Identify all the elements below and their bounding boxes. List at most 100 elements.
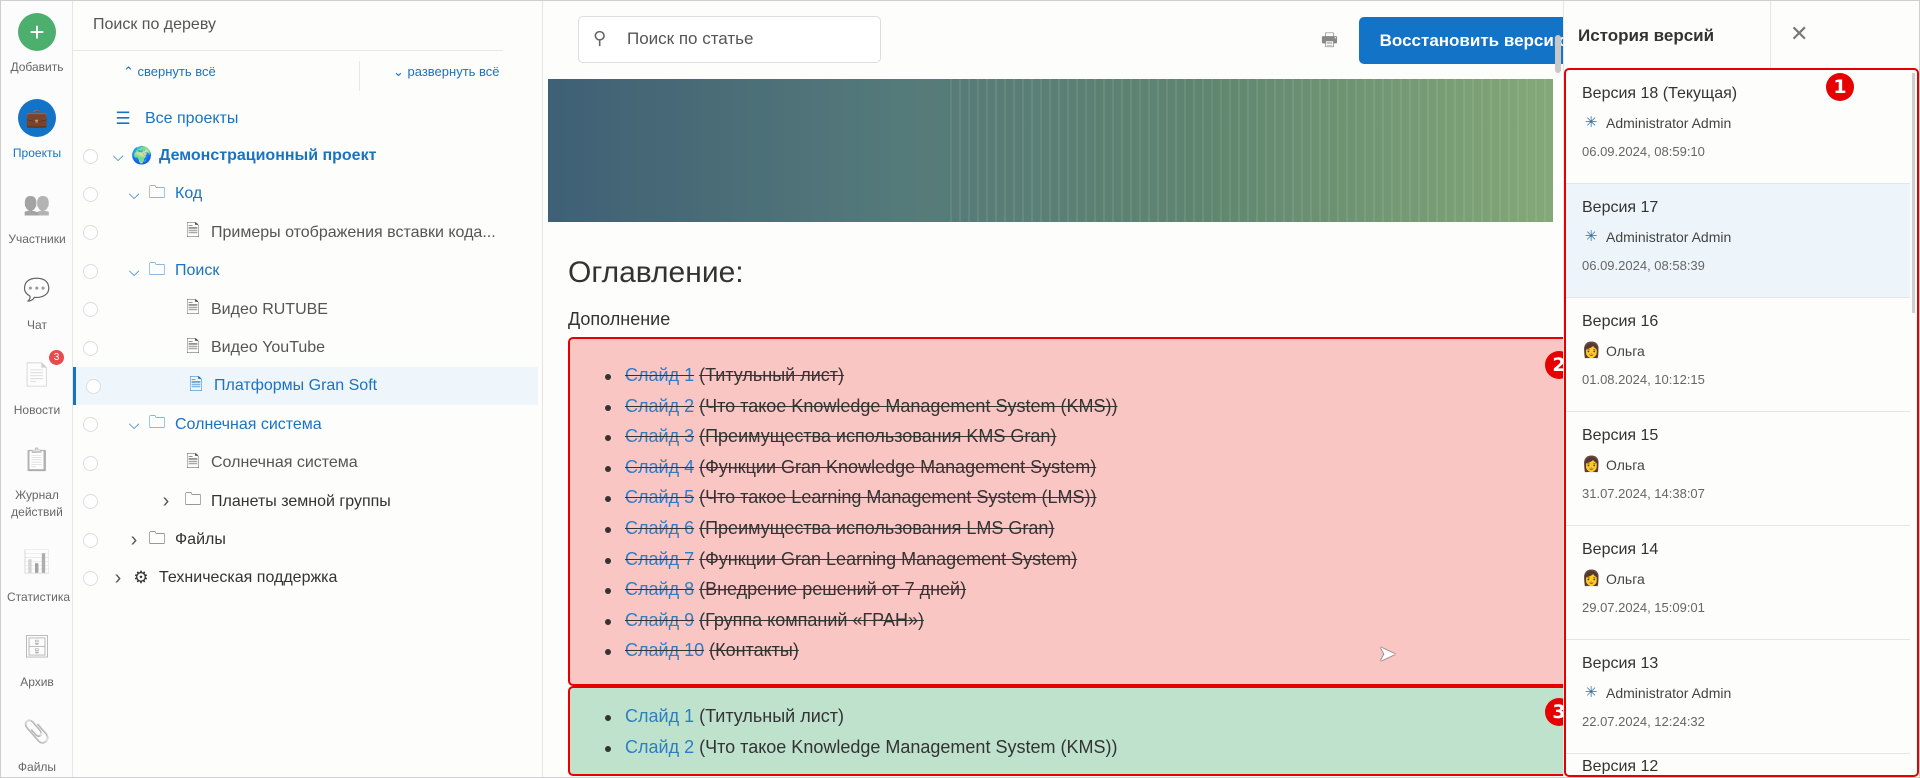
version-date: 29.07.2024, 15:09:01 — [1582, 600, 1705, 615]
nav-label: Участники — [8, 232, 66, 246]
divider — [1770, 1, 1771, 68]
journal-icon: 📋 — [23, 447, 51, 472]
tree-item-checkbox[interactable] — [83, 302, 98, 318]
slide-link[interactable]: Слайд 4 — [625, 457, 694, 477]
nav-chat[interactable]: 💬 Чат — [1, 271, 73, 334]
tree-item-checkbox[interactable] — [83, 148, 98, 164]
tree-item[interactable]: 🗎 Платформы Gran Soft — [73, 367, 538, 406]
tree-item-checkbox[interactable] — [83, 417, 98, 433]
nav-archive[interactable]: 🗄 Архив — [1, 628, 73, 691]
toc-list-item: Слайд 4 (Функции Gran Knowledge Manageme… — [605, 457, 1581, 488]
chevron-down-icon[interactable]: ⌵ — [127, 186, 141, 203]
tree-item[interactable]: ⌵ 🌍 Демонстрационный проект — [73, 137, 538, 175]
nav-stats[interactable]: 📊 Статистика — [1, 543, 73, 606]
slide-description: (Что такое Knowledge Management System (… — [699, 736, 1118, 757]
version-item[interactable]: Версия 12 — [1566, 754, 1910, 775]
version-item[interactable]: Версия 16 👩 Ольга 01.08.2024, 10:12:15 — [1566, 298, 1910, 412]
tree-item-checkbox[interactable] — [86, 378, 101, 394]
nav-label: Архив — [20, 675, 54, 689]
close-icon[interactable]: ✕ — [1790, 21, 1808, 47]
version-date: 22.07.2024, 12:24:32 — [1582, 714, 1705, 729]
chevron-down-icon[interactable]: ⌵ — [127, 263, 141, 280]
print-icon[interactable]: 🖶 — [1321, 28, 1338, 58]
version-list: Версия 18 (Текущая) ✳ Administrator Admin 0… — [1564, 68, 1919, 777]
version-date: 31.07.2024, 14:38:07 — [1582, 486, 1705, 501]
nav-plus[interactable]: + Добавить — [1, 13, 73, 76]
all-projects-label: Все проекты — [145, 110, 239, 127]
slide-description: (Титульный лист) — [699, 365, 845, 385]
nav-paperclip[interactable]: 📎 Файлы — [1, 713, 73, 776]
chevron-right-icon[interactable]: › — [127, 529, 141, 552]
mouse-cursor-icon: ➤ — [1378, 641, 1397, 666]
removed-content-block: Слайд 1 (Титульный лист) Слайд 2 (Что так… — [568, 337, 1583, 686]
slide-link[interactable]: Слайд 9 — [625, 610, 694, 630]
article-search-input[interactable]: ⚲ Поиск по статье — [578, 16, 881, 63]
tree-item[interactable]: › 🗀 Планеты земной группы — [73, 483, 538, 521]
version-item[interactable]: Версия 13 ✳ Administrator Admin 22.07.2024,… — [1566, 640, 1910, 754]
slide-description: (Что такое Knowledge Management System (… — [699, 395, 1118, 416]
tree-item[interactable]: ⌵ 🗀 Солнечная система — [73, 406, 538, 444]
tree-item[interactable]: 🗎 Солнечная система — [73, 444, 538, 482]
tree-item-checkbox[interactable] — [83, 570, 98, 586]
tree-item[interactable]: ⌵ 🗀 Код — [73, 175, 538, 213]
slide-link[interactable]: Слайд 8 — [625, 579, 694, 599]
version-history-panel: История версий ✕ Версия 18 (Текущая) ✳ Adm… — [1563, 1, 1919, 777]
search-placeholder: Поиск по статье — [627, 29, 754, 48]
slide-link[interactable]: Слайд 5 — [625, 487, 694, 507]
tree-item-checkbox[interactable] — [83, 186, 98, 202]
toc-list-item: Слайд 7 (Функции Gran Learning Managemen… — [605, 549, 1581, 580]
tree-search-input[interactable]: Поиск по дереву — [73, 1, 503, 51]
admin-avatar-icon: ✳ — [1584, 228, 1598, 245]
version-item[interactable]: Версия 14 👩 Ольга 29.07.2024, 15:09:01 — [1566, 526, 1910, 640]
chevron-down-icon[interactable]: ⌵ — [111, 148, 125, 165]
tree-item-checkbox[interactable] — [83, 340, 98, 356]
tree-item-label: Техническая поддержка — [159, 569, 338, 587]
slide-link[interactable]: Слайд 1 — [625, 365, 694, 385]
tree-item[interactable]: 🗎 Видео RUTUBE — [73, 291, 538, 329]
tree-item-checkbox[interactable] — [83, 532, 98, 548]
tree-item[interactable]: › 🗀 Файлы — [73, 521, 538, 559]
tree-item-checkbox[interactable] — [83, 225, 98, 241]
plus-icon: + — [18, 13, 56, 51]
project-avatar-icon: 🌍 — [131, 146, 153, 165]
toc-list-item: Слайд 5 (Что такое Learning Management S… — [605, 487, 1581, 518]
nav-journal[interactable]: 📋 Журнал действий — [1, 441, 73, 521]
nav-users[interactable]: 👥 Участники — [1, 185, 73, 248]
toc-list-item: Слайд 6 (Преимущества использования LMS … — [605, 518, 1581, 549]
version-item[interactable]: Версия 18 (Текущая) ✳ Administrator Admin 0… — [1566, 70, 1910, 184]
user-avatar-icon: 👩 — [1582, 342, 1601, 359]
slide-description: (Титульный лист) — [699, 706, 845, 726]
tree-item[interactable]: › ⚙ Техническая поддержка — [73, 559, 538, 597]
chevron-right-icon[interactable]: › — [111, 567, 125, 590]
chevron-down-icon[interactable]: ⌵ — [127, 416, 141, 433]
version-title: Версия 15 — [1582, 427, 1659, 444]
collapse-all-button[interactable]: ⌃ свернуть всё — [123, 64, 216, 80]
slide-link[interactable]: Слайд 3 — [625, 426, 694, 446]
tree-item-checkbox[interactable] — [83, 494, 98, 510]
nav-label: Чат — [27, 318, 47, 332]
nav-briefcase[interactable]: 💼 Проекты — [1, 99, 73, 162]
all-projects-link[interactable]: ☰ Все проекты — [73, 100, 538, 138]
slide-link[interactable]: Слайд 2 — [625, 396, 694, 416]
slide-link[interactable]: Слайд 6 — [625, 518, 694, 538]
nav-news[interactable]: 📄 3 Новости — [1, 350, 73, 419]
user-avatar-icon: 👩 — [1582, 570, 1601, 587]
tree-item-label: Видео YouTube — [211, 339, 326, 356]
tree-item[interactable]: 🗎 Видео YouTube — [73, 329, 538, 367]
version-item[interactable]: Версия 15 👩 Ольга 31.07.2024, 14:38:07 — [1566, 412, 1910, 526]
tree-item[interactable]: ⌵ 🗀 Поиск — [73, 252, 538, 290]
version-item[interactable]: Версия 17 ✳ Administrator Admin 06.09.2024,… — [1566, 184, 1910, 298]
tree-item-checkbox[interactable] — [83, 455, 98, 471]
tree-item-checkbox[interactable] — [83, 263, 98, 279]
version-list-scrollbar[interactable] — [1912, 73, 1915, 313]
slide-link[interactable]: Слайд 2 — [625, 737, 694, 757]
slide-description: (Преимущества использования KMS Gran) — [699, 426, 1057, 447]
chevron-right-icon[interactable]: › — [159, 490, 173, 513]
slide-link[interactable]: Слайд 7 — [625, 549, 694, 569]
expand-all-button[interactable]: ⌄ развернуть всё — [393, 64, 500, 80]
slide-link[interactable]: Слайд 10 — [625, 640, 704, 660]
slide-description: (Контакты) — [709, 640, 799, 661]
tree-item[interactable]: 🗎 Примеры отображения вставки кода... — [73, 214, 538, 252]
slide-link[interactable]: Слайд 1 — [625, 706, 694, 726]
article-scrollbar[interactable] — [1555, 35, 1561, 73]
